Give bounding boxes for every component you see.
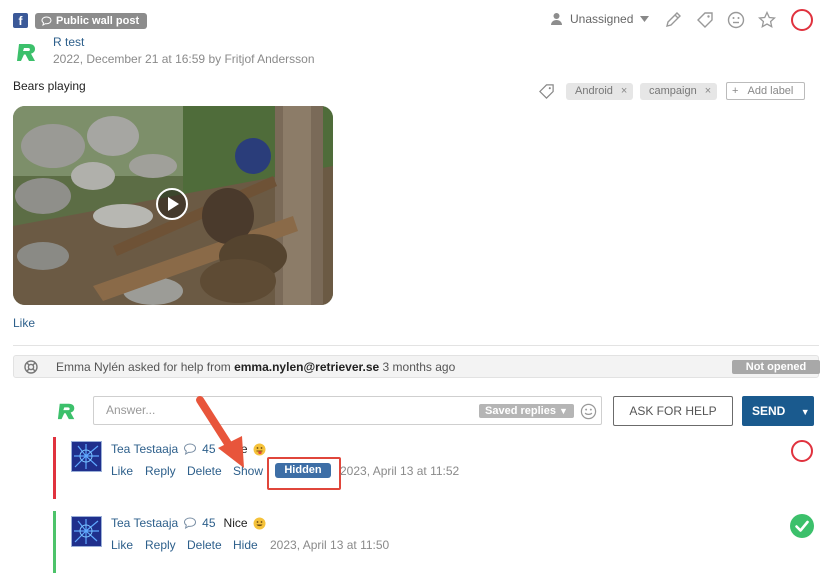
avatar[interactable] <box>71 441 102 472</box>
retriever-logo-icon <box>57 403 75 420</box>
assignee-label: Unassigned <box>570 12 634 26</box>
caret-down-icon <box>640 16 650 22</box>
comment-status-bar <box>53 511 56 573</box>
status-ring-icon[interactable] <box>791 440 813 462</box>
add-label-text: Add label <box>747 85 794 97</box>
assignee-dropdown[interactable]: Unassigned <box>550 12 650 26</box>
checkmark-status-icon[interactable] <box>790 514 814 538</box>
post-type-label: Public wall post <box>56 15 140 27</box>
facebook-icon: f <box>13 13 28 28</box>
plus-icon: + <box>732 85 739 97</box>
send-button[interactable]: SEND ▼ <box>742 396 814 426</box>
post-text: Bears playing <box>13 79 86 93</box>
label-tag-icon[interactable] <box>538 83 555 100</box>
retriever-logo-icon <box>17 44 35 61</box>
star-icon[interactable] <box>758 11 776 29</box>
comment-hide-link[interactable]: Hide <box>233 538 258 552</box>
smile-emoji-icon <box>253 517 266 529</box>
help-request-text: Emma Nylén asked for help from emma.nyle… <box>56 360 455 374</box>
avatar-image <box>72 517 101 546</box>
answer-field[interactable]: Saved replies ▼ <box>93 396 602 425</box>
pencil-icon[interactable] <box>664 11 682 29</box>
post-like-link[interactable]: Like <box>13 316 35 330</box>
comment-time: 2023, April 13 at 11:52 <box>340 464 460 478</box>
tag-icon[interactable] <box>696 11 714 29</box>
label-chip-text: Android <box>575 85 613 97</box>
add-label-button[interactable]: + Add label <box>726 82 805 100</box>
comment-like-link[interactable]: Like <box>111 538 133 552</box>
hidden-badge: Hidden <box>275 463 331 478</box>
saved-replies-label: Saved replies <box>485 405 556 417</box>
help-requester: Emma Nylén asked for help from <box>56 360 235 374</box>
post-type-badge: Public wall post <box>35 13 148 29</box>
comment-author[interactable]: Tea Testaaja <box>111 516 178 530</box>
comment-count-icon <box>184 517 197 529</box>
comment-count: 45 <box>202 516 216 530</box>
comment-actions: Like Reply Delete Hide <box>111 538 271 552</box>
caret-down-icon: ▼ <box>559 406 568 416</box>
comment-text: Nice <box>223 516 248 530</box>
play-icon[interactable] <box>155 187 189 221</box>
ask-for-help-button[interactable]: ASK FOR HELP <box>613 396 733 426</box>
comment-author[interactable]: Tea Testaaja <box>111 442 178 456</box>
status-ring-icon[interactable] <box>791 9 813 31</box>
user-icon <box>551 13 562 25</box>
comment-reply-link[interactable]: Reply <box>145 538 176 552</box>
help-request-bar: Emma Nylén asked for help from emma.nyle… <box>13 355 820 378</box>
video-thumbnail[interactable] <box>13 106 333 305</box>
comment-header: Tea Testaaja 45 Nice <box>111 516 266 530</box>
label-chip-campaign[interactable]: campaign × <box>640 83 718 100</box>
remove-label-icon[interactable]: × <box>621 83 627 100</box>
comment-time: 2023, April 13 at 11:50 <box>270 538 390 552</box>
comment-reply-link[interactable]: Reply <box>145 464 176 478</box>
lifebuoy-icon <box>24 360 38 374</box>
avatar[interactable] <box>71 516 102 547</box>
saved-replies-button[interactable]: Saved replies ▼ <box>479 404 574 418</box>
help-time: 3 months ago <box>379 360 456 374</box>
post-meta: 2022, December 21 at 16:59 by Fritjof An… <box>53 52 315 66</box>
help-status-badge: Not opened <box>732 360 820 374</box>
send-label: SEND <box>752 404 786 418</box>
emoji-picker-icon[interactable] <box>580 403 597 420</box>
remove-label-icon[interactable]: × <box>705 83 711 100</box>
annotation-arrow-icon <box>196 396 244 468</box>
divider <box>13 345 819 346</box>
label-chip-android[interactable]: Android × <box>566 83 634 100</box>
checkmark-icon <box>795 520 809 532</box>
label-chip-text: campaign <box>649 85 697 97</box>
comment-status-bar <box>53 437 56 499</box>
speech-bubble-icon <box>41 16 52 26</box>
sentiment-face-icon[interactable] <box>727 11 745 29</box>
answer-input[interactable] <box>106 403 446 417</box>
comment-like-link[interactable]: Like <box>111 464 133 478</box>
avatar-image <box>72 442 101 471</box>
caret-down-icon[interactable]: ▼ <box>801 407 810 417</box>
help-email: emma.nylen@retriever.se <box>234 360 380 374</box>
post-author[interactable]: R test <box>53 35 84 49</box>
comment-delete-link[interactable]: Delete <box>187 538 222 552</box>
